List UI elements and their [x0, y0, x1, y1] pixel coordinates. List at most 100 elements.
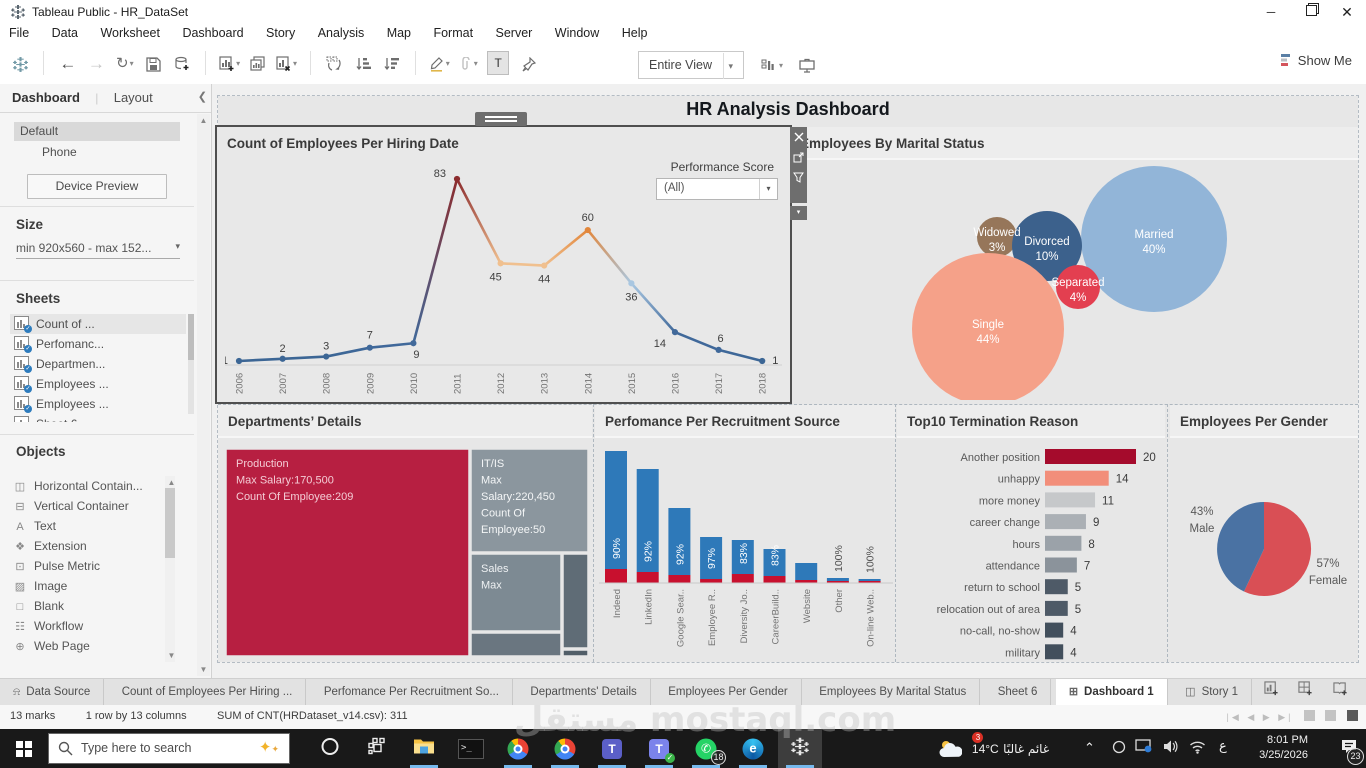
command-prompt-icon[interactable]: >_ [449, 729, 493, 768]
go-to-sheet-icon[interactable] [790, 147, 807, 167]
replay-icon[interactable]: ↻▾ [113, 47, 137, 81]
object-pulse-metric[interactable]: ⊡ Pulse Metric [12, 556, 162, 576]
tab-recruitment-sheet[interactable]: Perfomance Per Recruitment So... [311, 679, 513, 706]
size-dropdown[interactable]: min 920x560 - max 152... ▾ [16, 241, 180, 259]
wifi-icon[interactable] [1189, 740, 1206, 759]
format-icon[interactable]: ▾ [456, 47, 480, 81]
clock[interactable]: 8:01 PM 3/25/2026 [1259, 733, 1308, 763]
tray-expand-icon[interactable]: ⌃ [1084, 740, 1095, 756]
teams-icon[interactable]: T ✓ [637, 729, 681, 768]
menu-file[interactable]: File [0, 24, 38, 42]
redo-icon[interactable]: → [84, 47, 108, 81]
highlight-icon[interactable]: ▾ [427, 47, 451, 81]
sheet-list-scrollbar-thumb[interactable] [188, 314, 194, 360]
menu-format[interactable]: Format [424, 24, 482, 42]
file-explorer-icon[interactable] [402, 729, 446, 768]
tableau-home-icon[interactable] [8, 47, 32, 81]
clear-sheet-icon[interactable]: ▾ [275, 47, 299, 81]
tab-layout[interactable]: Layout [102, 84, 165, 111]
menu-server[interactable]: Server [487, 24, 542, 42]
sidebar-scrollbar[interactable]: ▲ ▼ [197, 114, 210, 676]
scroll-up-icon[interactable]: ▲ [197, 114, 210, 127]
new-worksheet-icon[interactable]: ▾ [218, 47, 242, 81]
device-default-row[interactable]: Default [14, 122, 180, 141]
device-preview-button[interactable]: Device Preview [27, 174, 167, 199]
menu-window[interactable]: Window [546, 24, 608, 42]
objects-scrollbar-thumb[interactable] [165, 488, 175, 558]
scroll-down-icon[interactable]: ▼ [197, 663, 210, 676]
more-options-icon[interactable]: ▾ [790, 206, 807, 220]
cortana-icon[interactable] [308, 729, 352, 768]
show-me-button[interactable]: Show Me [1279, 53, 1352, 68]
sheet-item[interactable]: ✓ Departmen... [10, 354, 186, 374]
new-story-button[interactable] [1325, 679, 1355, 706]
marital-bubble-chart[interactable]: Married 40% Widowed 3% Divorced 10% Single 44% S… [794, 161, 1356, 400]
tableau-icon[interactable] [778, 729, 822, 768]
first-tab-icon[interactable]: |◀ [1227, 712, 1242, 722]
sheet-item[interactable]: ✓ Employees ... [10, 394, 186, 414]
menu-help[interactable]: Help [613, 24, 657, 42]
teams-icon[interactable]: T [590, 729, 634, 768]
tab-gender-sheet[interactable]: Employees Per Gender [655, 679, 802, 706]
chrome-icon[interactable] [543, 729, 587, 768]
gender-pie-chart[interactable]: 43% Male 57% Female [1172, 449, 1356, 661]
object-blank[interactable]: □ Blank [12, 596, 162, 616]
collapse-sidebar-icon[interactable]: ❮ [198, 90, 207, 103]
show-filmstrip-icon[interactable] [1325, 710, 1337, 721]
object-workflow[interactable]: ☷ Workflow [12, 616, 162, 636]
sheet-item[interactable]: Sheet 6 [10, 414, 186, 422]
task-view-icon[interactable] [355, 729, 399, 768]
share-icon[interactable]: ▾ [760, 49, 784, 83]
hiring-line-chart[interactable]: 1 2006 2 2007 3 2008 7 2009 9 2010 83 2011 45 2012 44 2… [222, 165, 784, 401]
device-phone-row[interactable]: Phone [14, 143, 180, 162]
display-cast-icon[interactable] [1135, 739, 1152, 759]
duplicate-sheet-icon[interactable] [246, 47, 270, 81]
sort-ascending-icon[interactable] [351, 47, 375, 81]
object-web-page[interactable]: ⊕ Web Page [12, 636, 162, 656]
prev-tab-icon[interactable]: ◀ [1247, 712, 1257, 722]
menu-story[interactable]: Story [257, 24, 304, 42]
restore-button[interactable] [1296, 0, 1326, 24]
new-dashboard-button[interactable] [1291, 679, 1321, 706]
hiring-date-panel[interactable]: Count of Employees Per Hiring Date Perfo… [215, 125, 792, 404]
tab-marital-sheet[interactable]: Employees By Marital Status [806, 679, 981, 706]
swap-axes-icon[interactable] [322, 47, 346, 81]
object-extension[interactable]: ❖ Extension [12, 536, 162, 556]
fix-axes-icon[interactable] [517, 47, 541, 81]
sort-descending-icon[interactable] [379, 47, 403, 81]
new-worksheet-button[interactable] [1256, 679, 1286, 706]
search-input[interactable]: Type here to search ✦✦ [48, 733, 290, 764]
object-horizontal-container[interactable]: ◫ Horizontal Contain... [12, 476, 162, 496]
sheet-item[interactable]: ✓ Count of ... [10, 314, 186, 334]
menu-map[interactable]: Map [378, 24, 420, 42]
minimize-button[interactable]: ─ [1256, 0, 1286, 24]
tab-sheet6[interactable]: Sheet 6 [985, 679, 1052, 706]
last-tab-icon[interactable]: ▶| [1278, 712, 1293, 722]
tab-dashboard[interactable]: Dashboard [0, 84, 92, 111]
language-indicator[interactable]: ع [1219, 739, 1227, 754]
chrome-icon[interactable] [496, 729, 540, 768]
save-icon[interactable] [141, 47, 165, 81]
whatsapp-icon[interactable]: ✆ 18 [684, 729, 728, 768]
tab-hiring-sheet[interactable]: Count of Employees Per Hiring ... [109, 679, 307, 706]
close-button[interactable]: ✕ [1332, 0, 1362, 24]
presentation-mode-icon[interactable] [795, 49, 819, 83]
onedrive-icon[interactable] [1111, 740, 1127, 759]
remove-panel-icon[interactable] [790, 127, 807, 147]
object-image[interactable]: ▨ Image [12, 576, 162, 596]
menu-dashboard[interactable]: Dashboard [173, 24, 252, 42]
volume-icon[interactable] [1162, 739, 1179, 759]
recruitment-bar-chart[interactable]: 90% Indeed 92% LinkedIn 92% Google Sear.. 97% E… [599, 447, 893, 662]
new-data-source-icon[interactable] [170, 47, 194, 81]
menu-worksheet[interactable]: Worksheet [91, 24, 169, 42]
menu-analysis[interactable]: Analysis [309, 24, 374, 42]
sheet-item[interactable]: ✓ Perfomanc... [10, 334, 186, 354]
sheet-item[interactable]: ✓ Employees ... [10, 374, 186, 394]
tab-data-source[interactable]: ⍾ Data Source [0, 679, 105, 706]
menu-data[interactable]: Data [43, 24, 87, 42]
edge-icon[interactable]: e [731, 729, 775, 768]
scroll-down-icon[interactable]: ▼ [165, 649, 178, 662]
tab-dashboard1[interactable]: ⊞ Dashboard 1 [1055, 679, 1168, 706]
show-mark-labels-icon[interactable]: T [487, 51, 510, 76]
show-sheet-sorter-icon[interactable] [1347, 710, 1358, 721]
